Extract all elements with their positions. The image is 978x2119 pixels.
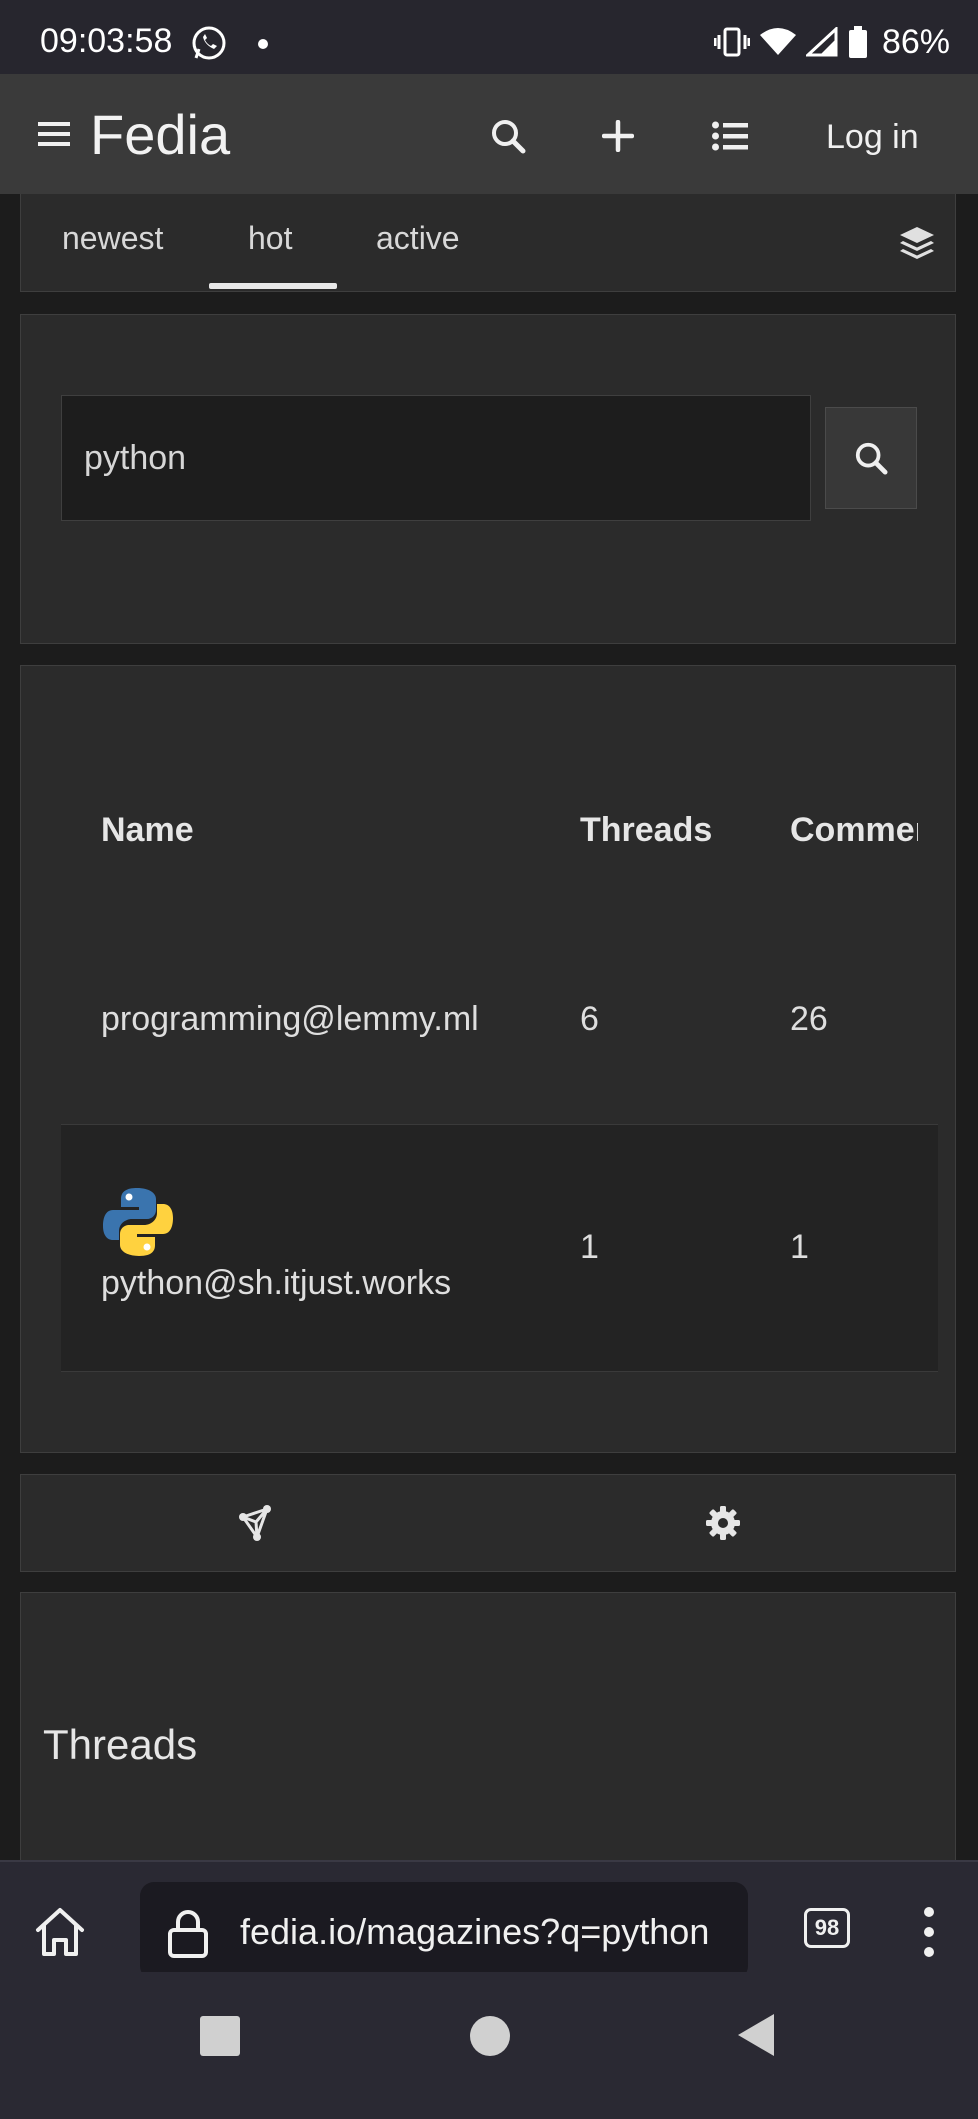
- vibrate-icon: [713, 27, 750, 57]
- site-logo[interactable]: Fedia: [90, 102, 230, 167]
- section-title: Threads: [43, 1721, 198, 1768]
- magazine-name-link[interactable]: programming@lemmy.ml: [101, 1000, 479, 1039]
- search-input[interactable]: [61, 395, 811, 521]
- search-icon: [855, 442, 888, 475]
- tab-count-button[interactable]: 98: [804, 1908, 850, 1948]
- home-icon[interactable]: [32, 1904, 88, 1960]
- url-bar[interactable]: fedia.io/magazines?q=python: [140, 1882, 748, 1980]
- lock-icon[interactable]: [166, 1908, 210, 1958]
- tab-newest[interactable]: newest: [62, 220, 163, 257]
- add-button[interactable]: [594, 112, 642, 160]
- column-header-comments[interactable]: Comments: [790, 811, 918, 850]
- column-header-threads[interactable]: Threads: [580, 811, 712, 850]
- browser-toolbar: fedia.io/magazines?q=python 98: [0, 1860, 978, 1980]
- system-nav-bar: [0, 1972, 978, 2119]
- python-logo-icon[interactable]: [101, 1185, 175, 1259]
- wifi-icon: [759, 28, 796, 55]
- search-submit-button[interactable]: [825, 407, 917, 509]
- home-button[interactable]: [470, 2016, 510, 2056]
- whatsapp-icon: [192, 26, 226, 60]
- signal-icon: [805, 27, 838, 57]
- comments-count: 26: [790, 1000, 828, 1038]
- back-icon[interactable]: [736, 2012, 776, 2058]
- login-link[interactable]: Log in: [826, 118, 919, 157]
- comments-count: 1: [790, 1228, 809, 1266]
- status-time: 09:03:58: [40, 22, 173, 60]
- active-tab-indicator: [209, 283, 337, 289]
- column-header-name[interactable]: Name: [101, 811, 194, 850]
- more-options-icon[interactable]: [922, 1906, 936, 1958]
- battery-icon: [848, 26, 867, 58]
- sort-tabs: newest hot active: [20, 194, 956, 292]
- hamburger-icon[interactable]: [38, 120, 70, 148]
- battery-percent: 86%: [881, 22, 950, 61]
- search-panel: [20, 314, 956, 644]
- tab-hot[interactable]: hot: [248, 220, 292, 257]
- search-icon: [492, 120, 526, 154]
- list-button[interactable]: [706, 112, 754, 160]
- magazine-name-link[interactable]: python@sh.itjust.works: [101, 1264, 451, 1303]
- federation-button[interactable]: [231, 1499, 279, 1547]
- status-bar: 09:03:58 86%: [0, 0, 978, 74]
- gear-icon: [706, 1506, 740, 1540]
- list-icon: [712, 121, 748, 151]
- plus-icon: [602, 120, 634, 152]
- tab-active[interactable]: active: [376, 220, 460, 257]
- table-row: python@sh.itjust.works 1 1: [61, 1124, 938, 1372]
- url-text[interactable]: fedia.io/magazines?q=python: [240, 1911, 709, 1953]
- app-header: Fedia Log in: [0, 74, 978, 194]
- recents-button[interactable]: [200, 2016, 240, 2056]
- magazine-results-table: Name Threads Comments programming@lemmy.…: [20, 665, 956, 1453]
- threads-section: Threads: [20, 1592, 956, 1862]
- options-bar: [20, 1474, 956, 1572]
- settings-button[interactable]: [699, 1499, 747, 1547]
- fediverse-icon: [239, 1505, 271, 1541]
- notification-dot: [258, 39, 268, 49]
- header-search-button[interactable]: [484, 112, 532, 160]
- layers-icon[interactable]: [897, 224, 937, 264]
- threads-count: 1: [580, 1228, 599, 1266]
- threads-count: 6: [580, 1000, 599, 1038]
